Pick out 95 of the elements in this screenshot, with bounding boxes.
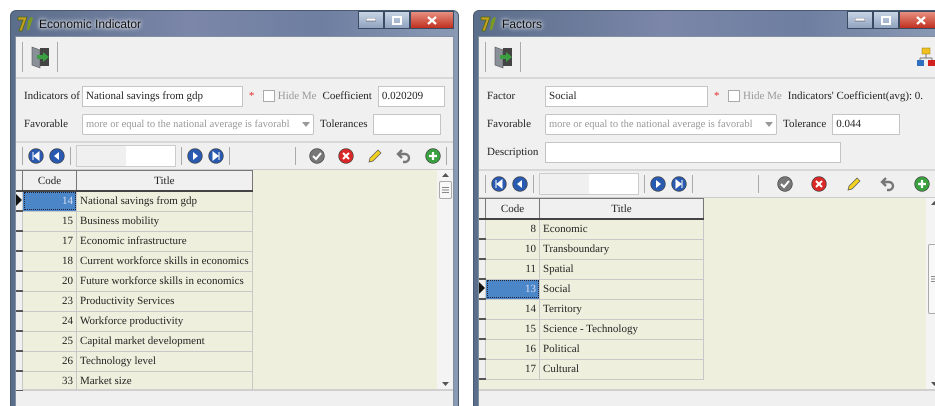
minimize-icon[interactable] — [855, 18, 865, 22]
confirm-icon[interactable] — [777, 176, 794, 192]
exit-door-icon[interactable] — [492, 45, 514, 69]
text-field[interactable] — [545, 142, 841, 162]
scroll-down-icon[interactable] — [442, 382, 448, 386]
title-cell[interactable]: Territory — [540, 299, 704, 319]
first-record-icon[interactable] — [491, 176, 507, 192]
code-cell[interactable]: 15 — [486, 319, 540, 339]
title-cell[interactable]: National savings from gdp — [76, 191, 252, 211]
title-cell[interactable]: Political — [540, 339, 704, 359]
code-cell[interactable]: 24 — [22, 311, 76, 331]
code-cell[interactable]: 25 — [22, 331, 76, 351]
column-header[interactable]: Code — [486, 198, 540, 219]
code-cell[interactable]: 8 — [486, 219, 540, 239]
previous-record-icon[interactable] — [49, 148, 65, 164]
column-header[interactable]: Title — [76, 170, 252, 191]
last-record-icon[interactable] — [671, 176, 687, 192]
record-field[interactable] — [539, 173, 639, 195]
dropdown-arrow-icon[interactable] — [302, 122, 310, 126]
required-mark: * — [714, 90, 720, 102]
field-label: Favorable — [24, 118, 69, 130]
close-button[interactable] — [899, 11, 935, 29]
title-cell[interactable]: Cultural — [540, 359, 704, 379]
code-cell[interactable]: 17 — [486, 359, 540, 379]
title-cell[interactable]: Spatial — [540, 259, 704, 279]
code-cell[interactable]: 11 — [486, 259, 540, 279]
field-label: Description — [487, 146, 539, 158]
last-record-icon[interactable] — [208, 148, 224, 164]
code-cell[interactable]: 10 — [486, 239, 540, 259]
title-cell[interactable]: Transboundary — [540, 239, 704, 259]
first-record-icon[interactable] — [28, 148, 44, 164]
scroll-up-icon[interactable] — [442, 173, 448, 177]
text-field[interactable]: Social — [545, 86, 708, 106]
pencil-icon[interactable] — [846, 176, 862, 192]
field-label: Indicators' Coefficient(avg): 0. — [788, 90, 924, 102]
previous-record-icon[interactable] — [512, 176, 528, 192]
next-record-icon[interactable] — [650, 176, 666, 192]
title-cell[interactable]: Science - Technology — [540, 319, 704, 339]
column-header[interactable]: Code — [22, 170, 76, 191]
title-cell[interactable]: Business mobility — [76, 211, 252, 231]
text-field[interactable] — [373, 114, 442, 134]
maximize-button[interactable] — [384, 11, 410, 29]
title-cell[interactable]: Social — [540, 279, 704, 299]
title-cell[interactable]: Productivity Services — [76, 291, 252, 311]
cancel-icon[interactable] — [811, 176, 828, 192]
code-cell[interactable]: 26 — [22, 351, 76, 371]
title-cell[interactable]: Current workforce skills in economics — [76, 251, 252, 271]
cancel-icon[interactable] — [338, 148, 354, 164]
field-label: Coefficient — [322, 90, 372, 102]
scrollbar[interactable] — [437, 170, 453, 389]
code-cell[interactable]: 16 — [486, 339, 540, 359]
minimize-button[interactable] — [358, 11, 384, 29]
record-field[interactable] — [76, 145, 176, 167]
undo-icon[interactable] — [880, 176, 896, 192]
text-field[interactable]: National savings from gdp — [82, 86, 243, 106]
minimize-icon[interactable] — [366, 18, 376, 22]
title-cell[interactable]: Economic infrastructure — [76, 231, 252, 251]
dropdown-arrow-icon[interactable] — [765, 122, 773, 126]
code-cell[interactable]: 17 — [22, 231, 76, 251]
undo-icon[interactable] — [396, 148, 412, 164]
next-record-icon[interactable] — [187, 148, 203, 164]
close-icon[interactable] — [427, 16, 437, 24]
field-label: Tolerance — [783, 118, 826, 130]
close-icon[interactable] — [916, 16, 926, 24]
code-cell[interactable]: 23 — [22, 291, 76, 311]
field-label: Tolerances — [320, 118, 368, 130]
code-cell[interactable]: 20 — [22, 271, 76, 291]
title-cell[interactable]: Technology level — [76, 351, 252, 371]
code-cell[interactable]: 15 — [22, 211, 76, 231]
required-mark: * — [248, 90, 256, 102]
exit-door-icon[interactable] — [29, 45, 51, 69]
grip-icon[interactable] — [442, 187, 448, 193]
column-header[interactable]: Title — [540, 198, 704, 219]
app-logo-icon — [17, 14, 35, 32]
title-cell[interactable]: Capital market development — [76, 331, 252, 351]
title-cell[interactable]: Future workforce skills in economics — [76, 271, 252, 291]
window-title: Factors — [502, 16, 542, 30]
close-button[interactable] — [410, 11, 454, 29]
maximize-button[interactable] — [873, 11, 899, 29]
text-field[interactable]: 0.020209 — [378, 86, 445, 106]
code-cell[interactable]: 14 — [486, 299, 540, 319]
window-title: Economic Indicator — [39, 16, 142, 30]
app-logo-icon — [480, 14, 498, 32]
hierarchy-icon[interactable] — [916, 47, 935, 67]
pencil-icon[interactable] — [367, 148, 383, 164]
title-cell[interactable]: Workforce productivity — [76, 311, 252, 331]
text-field[interactable]: 0.044 — [832, 114, 900, 134]
add-icon[interactable] — [425, 148, 441, 164]
code-cell[interactable]: 18 — [22, 251, 76, 271]
confirm-icon[interactable] — [309, 148, 325, 164]
minimize-button[interactable] — [847, 11, 873, 29]
title-cell[interactable]: Economic — [540, 219, 704, 239]
field-label: Factor — [487, 90, 516, 102]
add-icon[interactable] — [914, 176, 930, 192]
field-label: Favorable — [487, 118, 532, 130]
